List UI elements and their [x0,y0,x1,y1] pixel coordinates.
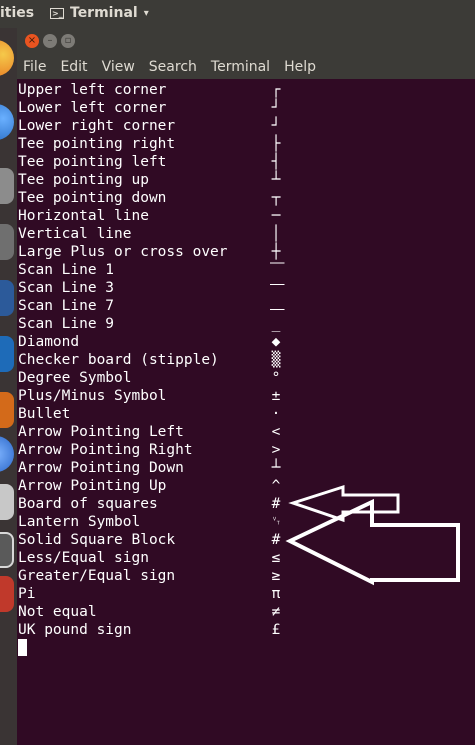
annotation-overlay [285,484,460,586]
annotation-arrow-solid-square-block [285,498,460,586]
